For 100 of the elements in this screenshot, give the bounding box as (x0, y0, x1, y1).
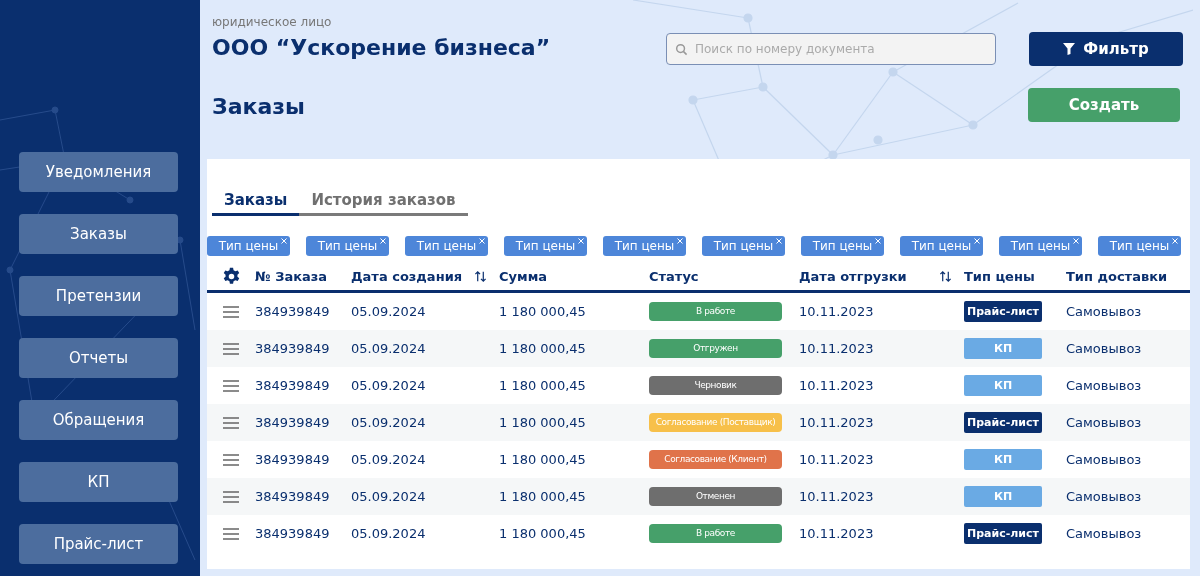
table-cell-text: 05.09.2024 (351, 341, 427, 356)
close-icon[interactable] (974, 238, 980, 244)
status-badge: Согласование (Клиент) (649, 450, 782, 469)
close-icon[interactable] (578, 238, 584, 244)
table-cell-text: 1 180 000,45 (499, 304, 587, 319)
table-cell-text: 05.09.2024 (351, 489, 427, 504)
filter-button[interactable]: Фильтр (1029, 32, 1183, 66)
table-cell-text: 10.11.2023 (799, 415, 875, 430)
column-header: Дата создания (351, 268, 463, 284)
column-header: Тип цены (964, 268, 1035, 284)
sort-icon[interactable] (474, 269, 487, 283)
company-name: ООО “Ускорение бизнеса” (212, 35, 552, 60)
page-title: Заказы (212, 94, 305, 119)
table-cell-text: 384939849 (255, 378, 331, 393)
close-icon[interactable] (776, 238, 782, 244)
column-header: Дата отгрузки (799, 268, 907, 284)
tab[interactable]: История заказов (299, 187, 468, 216)
table-cell-text: 10.11.2023 (799, 304, 875, 319)
menu-icon[interactable] (223, 490, 239, 503)
sidebar-item[interactable]: Обращения (19, 400, 178, 440)
column-header: Сумма (499, 268, 548, 284)
table-cell-text: Самовывоз (1066, 489, 1143, 504)
table-cell-text: 10.11.2023 (799, 341, 875, 356)
filter-chip[interactable]: Тип цены (603, 236, 686, 256)
price-type-tag: КП (964, 449, 1042, 470)
price-type-tag: КП (964, 375, 1042, 396)
filter-chip[interactable]: Тип цены (1098, 236, 1181, 256)
table-cell-text: Самовывоз (1066, 452, 1143, 467)
filter-icon (1063, 43, 1076, 55)
settings-icon[interactable] (221, 266, 241, 286)
close-icon[interactable] (380, 238, 386, 244)
sidebar-item[interactable]: Заказы (19, 214, 178, 254)
table-cell-text: Самовывоз (1066, 526, 1143, 541)
table-cell-text: 1 180 000,45 (499, 489, 587, 504)
table-cell-text: 05.09.2024 (351, 452, 427, 467)
price-type-tag: Прайс-лист (964, 412, 1042, 433)
column-header: № Заказа (255, 268, 328, 284)
table-cell-text: 1 180 000,45 (499, 526, 587, 541)
table-cell-text: 10.11.2023 (799, 526, 875, 541)
price-type-tag: КП (964, 486, 1042, 507)
menu-icon[interactable] (223, 379, 239, 392)
table-cell-text: 384939849 (255, 526, 331, 541)
sidebar-item[interactable]: Прайс-лист (19, 524, 178, 564)
table-cell-text: 10.11.2023 (799, 452, 875, 467)
table-cell-text: 1 180 000,45 (499, 378, 587, 393)
close-icon[interactable] (281, 238, 287, 244)
close-icon[interactable] (875, 238, 881, 244)
entity-type-label: юридическое лицо (212, 15, 333, 29)
filter-chip[interactable]: Тип цены (207, 236, 290, 256)
sidebar-item[interactable]: Уведомления (19, 152, 178, 192)
status-badge: В работе (649, 524, 782, 543)
filter-chip[interactable]: Тип цены (900, 236, 983, 256)
table-cell-text: 10.11.2023 (799, 378, 875, 393)
table-cell-text: 05.09.2024 (351, 415, 427, 430)
menu-icon[interactable] (223, 416, 239, 429)
table-cell-text: 384939849 (255, 304, 331, 319)
table-cell-text: Самовывоз (1066, 415, 1143, 430)
close-icon[interactable] (1172, 238, 1178, 244)
filter-chip[interactable]: Тип цены (405, 236, 488, 256)
close-icon[interactable] (677, 238, 683, 244)
table-cell-text: Самовывоз (1066, 304, 1143, 319)
status-badge: Отменен (649, 487, 782, 506)
filter-chip[interactable]: Тип цены (504, 236, 587, 256)
status-badge: Согласование (Поставщик) (649, 413, 782, 432)
table-cell-text: 384939849 (255, 341, 331, 356)
table-cell-text: 1 180 000,45 (499, 452, 587, 467)
table-cell-text: 384939849 (255, 489, 331, 504)
table-cell-text: 384939849 (255, 415, 331, 430)
table-cell-text: 384939849 (255, 452, 331, 467)
sidebar-item[interactable]: Отчеты (19, 338, 178, 378)
sidebar-item[interactable]: Претензии (19, 276, 178, 316)
price-type-tag: КП (964, 338, 1042, 359)
status-badge: Отгружен (649, 339, 782, 358)
status-badge: В работе (649, 302, 782, 321)
column-header: Статус (649, 268, 699, 284)
menu-icon[interactable] (223, 342, 239, 355)
table-cell-text: 1 180 000,45 (499, 341, 587, 356)
close-icon[interactable] (1073, 238, 1079, 244)
sidebar-item[interactable]: КП (19, 462, 178, 502)
filter-chip[interactable]: Тип цены (999, 236, 1082, 256)
menu-icon[interactable] (223, 453, 239, 466)
table-cell-text: 05.09.2024 (351, 526, 427, 541)
create-button[interactable]: Создать (1028, 88, 1180, 122)
table-cell-text: 05.09.2024 (351, 304, 427, 319)
tab[interactable]: Заказы (212, 187, 300, 216)
table-cell-text: 05.09.2024 (351, 378, 427, 393)
filter-chip[interactable]: Тип цены (306, 236, 389, 256)
menu-icon[interactable] (223, 305, 239, 318)
menu-icon[interactable] (223, 527, 239, 540)
search-field[interactable]: Поиск по номеру документа (666, 33, 996, 65)
sort-icon[interactable] (939, 269, 952, 283)
column-header: Тип доставки (1066, 268, 1168, 284)
close-icon[interactable] (479, 238, 485, 244)
filter-chip[interactable]: Тип цены (801, 236, 884, 256)
price-type-tag: Прайс-лист (964, 523, 1042, 544)
filter-chip[interactable]: Тип цены (702, 236, 785, 256)
table-cell-text: 10.11.2023 (799, 489, 875, 504)
table-cell-text: 1 180 000,45 (499, 415, 587, 430)
status-badge: Черновик (649, 376, 782, 395)
table-cell-text: Самовывоз (1066, 341, 1143, 356)
